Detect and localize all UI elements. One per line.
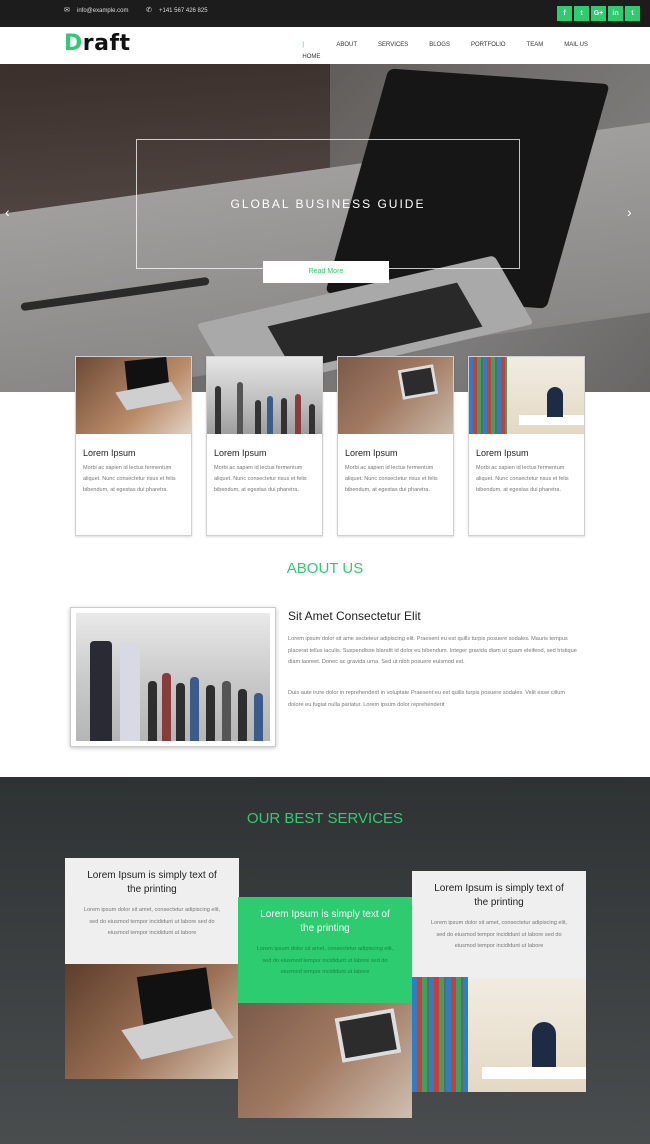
service-image-laptop: [65, 964, 239, 1079]
feature-card[interactable]: Lorem Ipsum Morbi ac sapien id lectus fe…: [75, 356, 192, 536]
hero-title: GLOBAL BUSINESS GUIDE: [230, 197, 426, 211]
email-text: info@example.com: [77, 8, 129, 14]
twitter-icon[interactable]: t: [574, 6, 589, 21]
main-navbar: Draft | HOME | ABOUT SERVICES BLOGS PORT…: [0, 27, 650, 72]
card-image-office: [469, 357, 584, 434]
card-image-crowd: [207, 357, 322, 434]
service-image-office: [412, 977, 586, 1092]
facebook-icon[interactable]: f: [557, 6, 572, 21]
phone-icon: ✆: [146, 7, 152, 14]
service-title: Lorem Ipsum is simply text of the printi…: [434, 883, 564, 908]
slider-prev-icon[interactable]: ‹: [5, 204, 10, 220]
about-paragraph-2: Duis aute irure dolor in reprehenderit i…: [288, 690, 566, 708]
card-image-laptop: [76, 357, 191, 434]
services-section-title: OUR BEST SERVICES: [246, 810, 404, 827]
card-title: Lorem Ipsum: [345, 448, 398, 458]
service-title: Lorem Ipsum is simply text of the printi…: [87, 870, 217, 895]
card-text: Morbi ac sapien id lectus fermentum aliq…: [476, 465, 569, 493]
contact-email[interactable]: ✉ info@example.com: [64, 7, 129, 14]
about-heading: Sit Amet Consectetur Elit: [288, 609, 421, 623]
hero-slider: GLOBAL BUSINESS GUIDE Read More ‹ ›: [0, 64, 650, 392]
contact-phone[interactable]: ✆ +141 567 426 825: [146, 7, 208, 14]
phone-text: +141 567 426 825: [159, 8, 208, 14]
service-title: Lorem Ipsum is simply text of the printi…: [260, 909, 390, 934]
card-text: Morbi ac sapien id lectus fermentum aliq…: [345, 465, 438, 493]
card-text: Morbi ac sapien id lectus fermentum aliq…: [83, 465, 176, 493]
feature-cards: Lorem Ipsum Morbi ac sapien id lectus fe…: [75, 356, 585, 536]
service-text: Lorem ipsum dolor sit amet, consectetur …: [83, 907, 221, 936]
card-text: Morbi ac sapien id lectus fermentum aliq…: [214, 465, 307, 493]
about-section-title: ABOUT US: [286, 560, 364, 577]
service-text: Lorem ipsum dolor sit amet, consectetur …: [430, 920, 568, 949]
site-logo[interactable]: Draft: [64, 31, 131, 56]
card-image-woman-laptop: [338, 357, 453, 434]
about-paragraph-1: Lorem ipsum dolor sit ame secteteur adip…: [288, 636, 577, 665]
feature-card[interactable]: Lorem Ipsum Morbi ac sapien id lectus fe…: [468, 356, 585, 536]
envelope-icon: ✉: [64, 7, 70, 14]
slider-next-icon[interactable]: ›: [627, 204, 632, 220]
tumblr-icon[interactable]: t: [625, 6, 640, 21]
linkedin-icon[interactable]: in: [608, 6, 623, 21]
card-title: Lorem Ipsum: [214, 448, 267, 458]
social-links: f t G+ in t: [557, 6, 640, 21]
top-bar: ✉ info@example.com ✆ +141 567 426 825 f …: [0, 0, 650, 27]
about-image: [70, 607, 276, 747]
service-image-woman-laptop: [238, 1003, 412, 1118]
feature-card[interactable]: Lorem Ipsum Morbi ac sapien id lectus fe…: [337, 356, 454, 536]
card-title: Lorem Ipsum: [83, 448, 136, 458]
service-text: Lorem ipsum dolor sit amet, consectetur …: [256, 946, 394, 975]
read-more-button[interactable]: Read More: [263, 261, 389, 283]
google-plus-icon[interactable]: G+: [591, 6, 606, 21]
services-section: OUR BEST SERVICES Lorem Ipsum is simply …: [0, 777, 650, 1144]
card-title: Lorem Ipsum: [476, 448, 529, 458]
feature-card[interactable]: Lorem Ipsum Morbi ac sapien id lectus fe…: [206, 356, 323, 536]
